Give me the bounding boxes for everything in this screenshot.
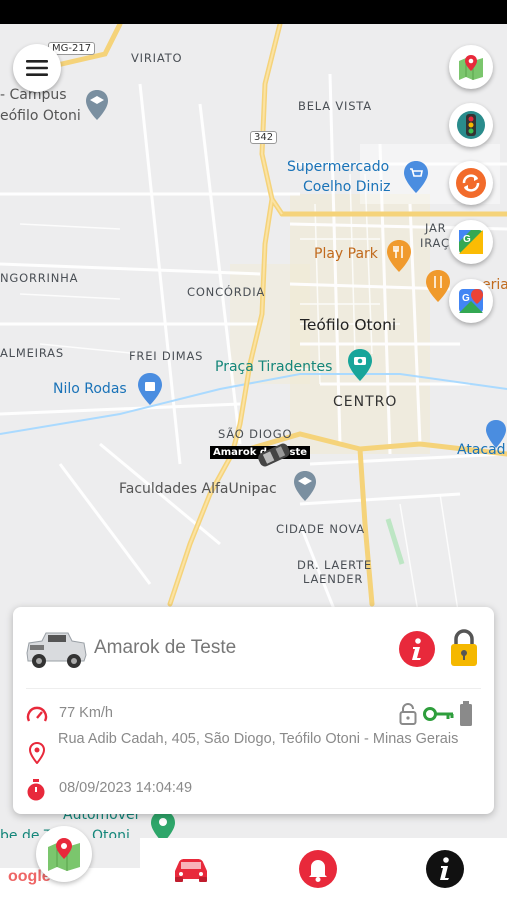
map-type-button[interactable] bbox=[449, 45, 493, 89]
map-label-praca-tiradentes: Praça Tiradentes bbox=[215, 359, 333, 375]
location-pin-icon bbox=[28, 741, 46, 768]
map-label-concordia: CONCÓRDIA bbox=[187, 285, 266, 299]
car-icon bbox=[175, 859, 207, 882]
google-maps-alt-icon: G bbox=[459, 289, 483, 313]
shopping-bag-pin-icon[interactable] bbox=[137, 372, 163, 410]
map-label-viriato: VIRIATO bbox=[131, 51, 183, 65]
stopwatch-icon bbox=[26, 779, 46, 805]
restaurant-pin-2-icon[interactable] bbox=[425, 269, 451, 307]
nav-alerts-button[interactable] bbox=[278, 838, 358, 900]
restaurant-pin-icon[interactable] bbox=[386, 239, 412, 277]
map-label-teofilo-campus: eófilo Otoni bbox=[0, 108, 81, 124]
map-label-supermercado: Supermercado bbox=[287, 159, 390, 175]
maps-icon bbox=[48, 838, 80, 871]
traffic-light-icon bbox=[457, 111, 485, 139]
map-label-cidade-nova: CIDADE NOVA bbox=[276, 522, 365, 536]
menu-button[interactable] bbox=[13, 44, 61, 92]
map-label-play-park: Play Park bbox=[314, 246, 378, 262]
google-maps-icon: G bbox=[459, 230, 483, 254]
svg-text:G: G bbox=[462, 293, 470, 304]
map-label-faculdades: Faculdades AlfaUnipac bbox=[119, 481, 277, 497]
padlock-icon bbox=[451, 629, 477, 666]
vehicle-info-card[interactable]: Amarok de Teste 77 Km/h Rua Adib Cadah, … bbox=[13, 607, 494, 814]
google-maps-alt-button[interactable]: G bbox=[449, 279, 493, 323]
map-label-laender: LAENDER bbox=[303, 572, 364, 586]
info-button[interactable] bbox=[399, 631, 435, 671]
map-label-centro: CENTRO bbox=[333, 394, 398, 410]
card-divider bbox=[26, 688, 481, 689]
info-icon bbox=[426, 850, 464, 888]
menu-icon bbox=[26, 60, 48, 76]
vehicle-address: Rua Adib Cadah, 405, São Diogo, Teófilo … bbox=[58, 731, 459, 747]
speedometer-icon bbox=[26, 705, 48, 729]
map-label-jar: JAR bbox=[425, 221, 447, 235]
info-icon bbox=[399, 631, 435, 667]
vehicle-speed: 77 Km/h bbox=[59, 705, 113, 721]
map-label-coelho-diniz: Coelho Diniz bbox=[303, 179, 391, 195]
unlock-icon bbox=[399, 702, 417, 730]
map-label-teofilo-otoni: Teófilo Otoni bbox=[300, 316, 397, 334]
map-label-irac: IRAÇ bbox=[420, 236, 450, 250]
maps-icon bbox=[459, 55, 483, 80]
status-bar bbox=[0, 0, 507, 24]
vehicle-thumbnail bbox=[24, 623, 88, 679]
nav-vehicles-button[interactable] bbox=[151, 838, 231, 900]
map-label-nilo-rodas: Nilo Rodas bbox=[53, 381, 127, 397]
google-maps-button[interactable]: G bbox=[449, 220, 493, 264]
map-label-dr-laerte: DR. LAERTE bbox=[297, 558, 372, 572]
school-pin-2-icon[interactable] bbox=[293, 470, 317, 506]
map-label-almeiras: ALMEIRAS bbox=[0, 346, 64, 360]
bell-icon bbox=[299, 850, 337, 888]
map-label-bela-vista: BELA VISTA bbox=[298, 99, 372, 113]
vehicle-name: Amarok de Teste bbox=[94, 637, 237, 658]
shopping-cart-pin-icon[interactable] bbox=[403, 160, 429, 198]
refresh-button[interactable] bbox=[449, 161, 493, 205]
shopping-pin-icon[interactable] bbox=[485, 419, 507, 453]
map-label-sao-diogo: SÃO DIOGO bbox=[218, 427, 293, 441]
traffic-button[interactable] bbox=[449, 103, 493, 147]
lock-button[interactable] bbox=[448, 627, 480, 673]
svg-text:G: G bbox=[463, 234, 471, 245]
map-label-frei-dimas: FREI DIMAS bbox=[129, 349, 204, 363]
key-icon bbox=[423, 706, 455, 726]
refresh-icon bbox=[456, 168, 486, 198]
camera-pin-icon[interactable] bbox=[347, 348, 373, 386]
vehicle-datetime: 08/09/2023 14:04:49 bbox=[59, 780, 193, 796]
nav-map-button[interactable] bbox=[36, 826, 92, 882]
map-label-ngorrinha: NGORRINHA bbox=[0, 271, 79, 285]
vehicle-marker-icon[interactable] bbox=[252, 442, 296, 472]
nav-info-button[interactable] bbox=[405, 838, 485, 900]
route-shield-342: 342 bbox=[250, 131, 278, 144]
school-pin-icon[interactable] bbox=[85, 89, 109, 125]
